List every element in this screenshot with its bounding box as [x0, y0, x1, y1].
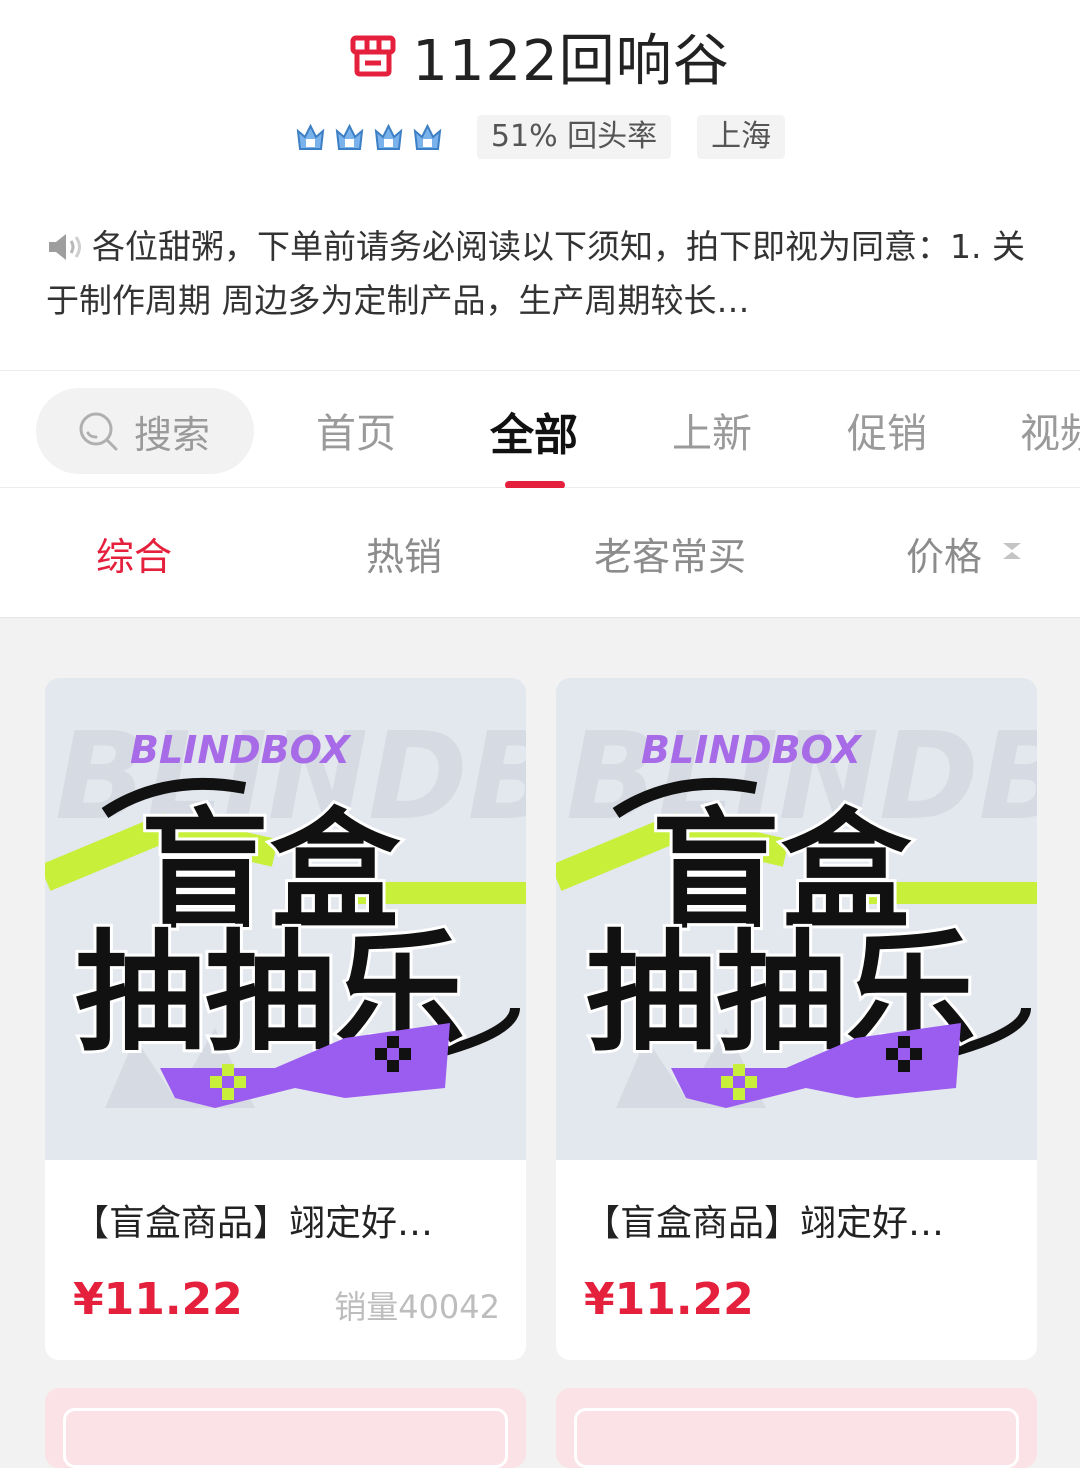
- product-price: ¥11.22: [73, 1274, 243, 1325]
- product-price: ¥11.22: [584, 1274, 754, 1325]
- product-image: [63, 1408, 508, 1468]
- image-brand-text: BLINDBOX: [641, 728, 863, 772]
- shop-notice[interactable]: 各位甜粥，下单前请务必阅读以下须知，拍下即视为同意：1. 关于制作周期 周边多为…: [46, 220, 1036, 328]
- search-icon: [79, 412, 118, 451]
- shop-level: [295, 122, 443, 153]
- product-image[interactable]: BLINDBO BLINDBOX 盲盒 抽抽乐: [45, 678, 526, 1160]
- product-title: 【盲盒商品】翊定好…: [73, 1203, 434, 1244]
- crown-icon: [413, 123, 442, 150]
- shop-header: 1122回响谷 51% 回头率 上海 各位甜粥，下单前请务必阅读以下须知，拍下即…: [0, 0, 1080, 370]
- product-card[interactable]: BLINDBO BLINDBOX 盲盒 抽抽乐 【盲盒商品】翊定好… ¥11.2…: [45, 678, 526, 1360]
- shop-nav: 搜索 首页 全部 上新 促销 视频: [0, 370, 1080, 488]
- tab-video[interactable]: 视频: [1020, 401, 1080, 459]
- shop-meta-row: 51% 回头率 上海: [0, 114, 1080, 160]
- product-sales: 销量40042: [334, 1288, 500, 1326]
- crown-icon: [335, 123, 364, 150]
- product-card[interactable]: [45, 1388, 526, 1468]
- crown-icon: [296, 123, 325, 150]
- search-label: 搜索: [134, 412, 211, 457]
- shop-icon: [350, 35, 396, 77]
- shop-title-row: 1122回响谷: [0, 18, 1080, 94]
- filter-repeat-buy[interactable]: 老客常买: [594, 526, 746, 581]
- sort-filter-bar: 综合 热销 老客常买 价格: [0, 488, 1080, 618]
- filter-hot[interactable]: 热销: [366, 526, 442, 581]
- product-card[interactable]: BLINDBO BLINDBOX 盲盒 抽抽乐 【盲盒商品】翊定好… ¥11.2…: [556, 678, 1037, 1360]
- filter-price[interactable]: 价格: [906, 526, 982, 581]
- tab-home[interactable]: 首页: [316, 401, 396, 459]
- tab-new[interactable]: 上新: [672, 401, 752, 459]
- product-card[interactable]: [556, 1388, 1037, 1468]
- product-image: [574, 1408, 1019, 1468]
- location-badge: 上海: [697, 115, 786, 159]
- filter-overall[interactable]: 综合: [96, 526, 172, 581]
- repeat-rate-badge: 51% 回头率: [476, 115, 672, 159]
- shop-name: 1122回响谷: [412, 28, 730, 94]
- sort-arrows-icon[interactable]: [1000, 542, 1024, 560]
- image-brand-text: BLINDBOX: [130, 728, 352, 772]
- search-button[interactable]: 搜索: [36, 388, 254, 474]
- tab-promo[interactable]: 促销: [847, 401, 927, 459]
- crown-icon: [374, 123, 403, 150]
- notice-text: 各位甜粥，下单前请务必阅读以下须知，拍下即视为同意：1. 关于制作周期 周边多为…: [46, 227, 1025, 320]
- tab-all[interactable]: 全部: [490, 399, 578, 463]
- product-image[interactable]: BLINDBO BLINDBOX 盲盒 抽抽乐: [556, 678, 1037, 1160]
- speaker-icon: [49, 234, 81, 260]
- product-title: 【盲盒商品】翊定好…: [584, 1203, 945, 1244]
